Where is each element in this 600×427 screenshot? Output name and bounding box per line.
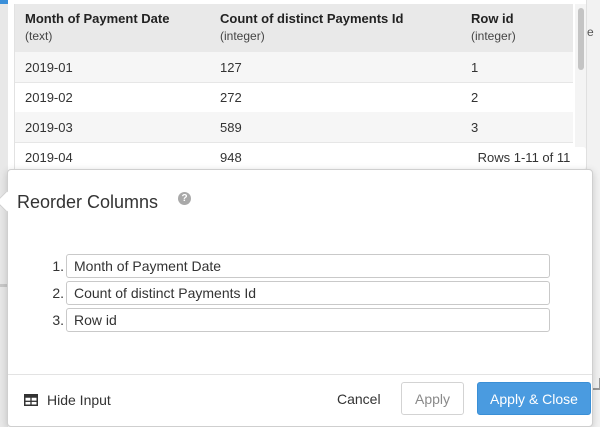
table-cell: 1 — [471, 60, 479, 75]
apply-button[interactable]: Apply — [401, 382, 464, 415]
table-cell: 127 — [220, 60, 242, 75]
reorder-columns-popover: Reorder Columns ? 1. 2. 3. Hide Input Ca… — [0, 169, 594, 427]
table-cell: 2019-04 — [25, 150, 73, 165]
table-cell: 3 — [471, 120, 479, 135]
column-order-number: 1. — [52, 258, 64, 274]
scrollbar-thumb[interactable] — [578, 8, 584, 70]
apply-and-close-button[interactable]: Apply & Close — [477, 382, 591, 415]
table-row: 2019-01 127 1 — [15, 52, 573, 83]
table-cell: 2019-02 — [25, 90, 73, 105]
table-cell: 2019-01 — [25, 60, 73, 75]
table-cell: 272 — [220, 90, 242, 105]
table-row: 2019-03 589 3 — [15, 112, 573, 143]
popover-title: Reorder Columns — [17, 192, 159, 212]
column-order-item: 2. — [8, 281, 594, 305]
table-cell: 2019-03 — [25, 120, 73, 135]
column-header-month[interactable]: Month of Payment Date (text) — [25, 11, 169, 43]
column-name-input-3[interactable] — [66, 308, 550, 332]
cancel-button[interactable]: Cancel — [327, 384, 391, 414]
table-icon — [24, 394, 38, 406]
column-header-count[interactable]: Count of distinct Payments Id (integer) — [220, 11, 403, 43]
column-order-number: 3. — [52, 312, 64, 328]
table-cell: 948 — [220, 150, 242, 165]
column-order-item: 1. — [8, 254, 594, 278]
column-order-item: 3. — [8, 308, 594, 332]
column-name-input-2[interactable] — [66, 281, 550, 305]
column-name-input-1[interactable] — [66, 254, 550, 278]
column-header-row-id[interactable]: Row id (integer) — [471, 11, 516, 43]
table-row: 2019-02 272 2 — [15, 82, 573, 113]
column-order-number: 2. — [52, 285, 64, 301]
active-indicator — [0, 0, 8, 4]
table-cell: 589 — [220, 120, 242, 135]
hide-input-button[interactable]: Hide Input — [24, 390, 111, 410]
popover-footer: Hide Input Cancel Apply Apply & Close — [8, 374, 592, 427]
table-cell: 2 — [471, 90, 479, 105]
hide-input-label: Hide Input — [47, 392, 111, 408]
clipped-text: e — [587, 25, 594, 39]
table-header: Month of Payment Date (text) Count of di… — [15, 4, 573, 52]
rows-count-label: Rows 1-11 of 11 — [462, 147, 586, 169]
popover-arrow — [0, 190, 18, 213]
help-icon[interactable]: ? — [178, 192, 191, 205]
